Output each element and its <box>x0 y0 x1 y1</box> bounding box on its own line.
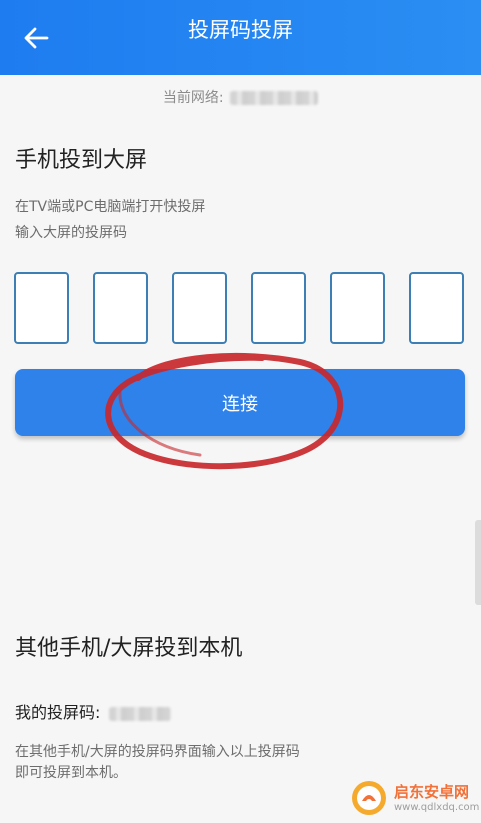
code-input-5[interactable] <box>330 272 385 344</box>
my-code-label: 我的投屏码: <box>15 703 101 722</box>
my-code-value-redacted <box>108 706 171 721</box>
my-cast-code: 我的投屏码: <box>15 701 171 725</box>
code-input-4[interactable] <box>251 272 306 344</box>
watermark-name: 启东安卓网 <box>394 782 470 801</box>
receive-hint-line2: 即可投屏到本机。 <box>15 765 127 781</box>
network-name-redacted <box>230 91 319 105</box>
app-header: 投屏码投屏 <box>0 0 481 75</box>
logo-icon <box>352 781 386 815</box>
cast-hint-line2: 输入大屏的投屏码 <box>15 225 127 241</box>
cast-section-title: 手机投到大屏 <box>15 148 148 173</box>
code-input-2[interactable] <box>93 272 148 344</box>
current-network: 当前网络: <box>0 86 481 110</box>
page-title: 投屏码投屏 <box>188 18 293 42</box>
code-input-6[interactable] <box>409 272 464 344</box>
watermark-url: www.qdlxdq.com <box>394 801 480 813</box>
code-input-3[interactable] <box>172 272 227 344</box>
watermark-text: 启东安卓网 www.qdlxdq.com <box>394 783 479 814</box>
code-input-1[interactable] <box>14 272 69 344</box>
network-label: 当前网络: <box>162 90 224 106</box>
side-drawer-handle[interactable] <box>475 520 481 605</box>
connect-button[interactable]: 连接 <box>15 369 465 436</box>
receive-section-title: 其他手机/大屏投到本机 <box>15 636 243 661</box>
watermark: 启东安卓网 www.qdlxdq.com <box>350 773 481 823</box>
cast-hint-line1: 在TV端或PC电脑端打开快投屏 <box>15 199 206 215</box>
